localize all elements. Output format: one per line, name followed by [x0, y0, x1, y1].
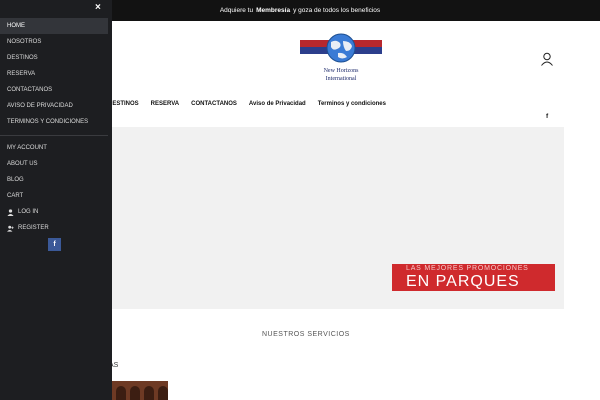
promo-banner[interactable]: LAS MEJORES PROMOCIONES EN PARQUES	[392, 264, 555, 291]
drawer-item-login[interactable]: LOG IN	[0, 204, 108, 220]
announcement-text: Adquiere tu	[219, 7, 254, 14]
services-heading: NUESTROS SERVICIOS	[262, 331, 350, 338]
drawer-item-aviso-privacidad[interactable]: Aviso de Privacidad	[0, 98, 108, 114]
drawer-item-register[interactable]: REGISTER	[0, 220, 108, 236]
drawer-item-nosotros[interactable]: Nosotros	[0, 34, 108, 50]
drawer-item-contactanos[interactable]: CONTACTANOS	[0, 82, 108, 98]
drawer-item-terminos[interactable]: Terminos y condiciones	[0, 114, 108, 130]
membership-link[interactable]: Membresía	[256, 7, 290, 14]
user-plus-icon	[7, 225, 14, 232]
logo-text-line1: New Horizons	[324, 68, 359, 74]
drawer-item-label: REGISTER	[18, 225, 49, 231]
drawer-item-label: HOME	[7, 23, 25, 29]
promo-title: EN PARQUES	[406, 273, 520, 290]
close-icon[interactable]: ×	[95, 3, 101, 13]
drawer-item-label: MY ACCOUNT	[7, 145, 47, 151]
drawer-item-label: ABOUT US	[7, 161, 38, 167]
drawer-item-label: Terminos y condiciones	[7, 119, 89, 125]
drawer-item-label: BLOG	[7, 177, 24, 183]
drawer-divider	[0, 135, 108, 136]
drawer-item-label: RESERVA	[7, 71, 36, 77]
drawer-item-reserva[interactable]: RESERVA	[0, 66, 108, 82]
drawer-item-cart[interactable]: CART	[0, 188, 108, 204]
drawer-item-label: DESTINOS	[7, 55, 38, 61]
site-logo[interactable]: New Horizons International	[300, 33, 382, 83]
drawer-item-my-account[interactable]: MY ACCOUNT	[0, 140, 108, 156]
drawer-item-label: CONTACTANOS	[7, 87, 53, 93]
drawer-item-label: CART	[7, 193, 24, 199]
nav-destinos[interactable]: DESTINOS	[108, 101, 139, 107]
logo-text-line2: International	[326, 76, 357, 82]
destination-thumbnail[interactable]	[112, 381, 168, 400]
drawer-menu: HOME Nosotros DESTINOS RESERVA CONTACTAN…	[0, 18, 108, 236]
drawer-item-about-us[interactable]: ABOUT US	[0, 156, 108, 172]
nav-aviso-privacidad[interactable]: Aviso de Privacidad	[249, 101, 306, 107]
announcement-text-end: y goza de todos los beneficios	[293, 7, 381, 14]
facebook-icon[interactable]: f	[546, 113, 548, 120]
user-icon	[7, 208, 14, 216]
drawer-item-destinos[interactable]: DESTINOS	[0, 50, 108, 66]
facebook-icon[interactable]: f	[48, 238, 61, 251]
promo-subtitle: LAS MEJORES PROMOCIONES	[406, 265, 529, 272]
main-navigation: DESTINOS RESERVA CONTACTANOS Aviso de Pr…	[108, 98, 398, 110]
drawer-item-label: Nosotros	[7, 39, 42, 45]
drawer-item-blog[interactable]: BLOG	[0, 172, 108, 188]
drawer-item-label: Aviso de Privacidad	[7, 103, 73, 109]
nav-terminos[interactable]: Terminos y condiciones	[318, 101, 386, 107]
nav-contactanos[interactable]: CONTACTANOS	[191, 101, 237, 107]
user-account-icon[interactable]	[540, 52, 554, 66]
drawer-item-home[interactable]: HOME	[0, 18, 108, 34]
drawer-item-label: LOG IN	[18, 209, 39, 215]
side-drawer: × HOME Nosotros DESTINOS RESERVA CONTACT…	[0, 0, 112, 400]
nav-reserva[interactable]: RESERVA	[151, 101, 179, 107]
